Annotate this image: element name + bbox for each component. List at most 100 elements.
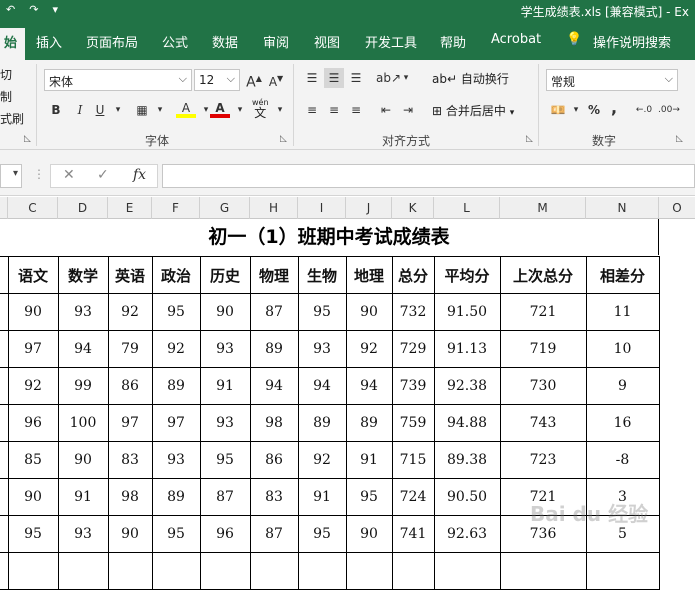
table-cell[interactable] — [151, 552, 201, 590]
table-cell[interactable]: 89 — [249, 330, 299, 368]
table-cell[interactable]: 95 — [297, 293, 347, 331]
undo-icon[interactable]: ↶ — [6, 3, 15, 16]
font-launcher-icon[interactable]: ◺ — [280, 134, 287, 144]
accounting-dropdown-icon[interactable]: ▾ — [566, 100, 586, 120]
table-cell[interactable]: 94 — [249, 367, 299, 405]
table-cell-partial[interactable] — [0, 515, 9, 553]
table-cell[interactable]: 98 — [249, 404, 299, 442]
tab-data[interactable]: 数据 — [212, 32, 238, 51]
formula-input[interactable] — [162, 164, 695, 188]
table-cell[interactable]: 99 — [57, 367, 109, 405]
table-cell[interactable]: 94 — [345, 367, 393, 405]
table-cell[interactable]: 743 — [499, 404, 587, 442]
column-header[interactable]: L — [434, 197, 500, 219]
table-cell[interactable]: 87 — [249, 293, 299, 331]
table-cell[interactable]: 90.50 — [433, 478, 501, 516]
table-cell[interactable]: 98 — [107, 478, 153, 516]
table-cell[interactable]: 85 — [7, 441, 59, 479]
table-cell[interactable]: 94.88 — [433, 404, 501, 442]
table-cell[interactable]: 729 — [391, 330, 435, 368]
table-cell[interactable]: 92 — [107, 293, 153, 331]
tab-review[interactable]: 审阅 — [263, 32, 289, 51]
table-cell[interactable]: 724 — [391, 478, 435, 516]
column-title-cell[interactable]: 历史 — [199, 256, 251, 294]
decrease-decimal-icon[interactable]: .00→ — [658, 100, 680, 120]
column-header[interactable]: N — [586, 197, 659, 219]
phonetic-guide-button[interactable]: wén 文 — [252, 98, 269, 120]
table-cell[interactable]: 93 — [297, 330, 347, 368]
table-cell[interactable]: 95 — [151, 515, 201, 553]
table-cell[interactable]: 86 — [107, 367, 153, 405]
table-cell[interactable]: 95 — [345, 478, 393, 516]
insert-function-button[interactable]: fx — [133, 167, 146, 183]
table-cell-partial[interactable] — [0, 441, 9, 479]
column-title-cell[interactable]: 上次总分 — [499, 256, 587, 294]
column-title-cell[interactable]: 政治 — [151, 256, 201, 294]
column-header[interactable]: K — [392, 197, 434, 219]
copy-button[interactable]: 制 — [0, 88, 12, 105]
table-cell[interactable]: 93 — [199, 404, 251, 442]
table-cell[interactable]: 93 — [57, 515, 109, 553]
grow-font-button[interactable]: A▲ — [244, 69, 264, 91]
table-cell-partial[interactable] — [0, 367, 9, 405]
table-cell[interactable]: 91.13 — [433, 330, 501, 368]
table-cell[interactable]: 91.50 — [433, 293, 501, 331]
column-header[interactable]: H — [250, 197, 298, 219]
font-family-select[interactable]: 宋体 ⌵ — [44, 69, 192, 91]
table-cell[interactable] — [499, 552, 587, 590]
column-title-cell[interactable]: 总分 — [391, 256, 435, 294]
column-title-cell[interactable]: 数学 — [57, 256, 109, 294]
column-header[interactable]: I — [298, 197, 346, 219]
tab-developer[interactable]: 开发工具 — [365, 32, 417, 51]
table-cell[interactable]: 10 — [585, 330, 660, 368]
table-cell[interactable]: 91 — [199, 367, 251, 405]
orientation-icon[interactable]: ab↗ — [376, 68, 401, 88]
tab-formulas[interactable]: 公式 — [162, 32, 188, 51]
comma-style-button[interactable]: , — [604, 98, 624, 118]
table-cell[interactable]: 93 — [57, 293, 109, 331]
phonetic-dropdown-icon[interactable]: ▾ — [270, 100, 290, 120]
percent-style-button[interactable]: % — [584, 100, 604, 120]
table-cell[interactable]: 732 — [391, 293, 435, 331]
underline-button[interactable]: U — [90, 100, 110, 120]
table-cell[interactable]: 89 — [297, 404, 347, 442]
table-cell[interactable]: 91 — [57, 478, 109, 516]
table-cell-partial[interactable] — [0, 256, 9, 294]
italic-button[interactable]: I — [70, 100, 90, 120]
table-cell[interactable]: 90 — [7, 293, 59, 331]
increase-decimal-icon[interactable]: ←.0 — [634, 100, 654, 120]
table-cell[interactable]: 92.38 — [433, 367, 501, 405]
align-top-icon[interactable]: ☰ — [302, 68, 322, 88]
shrink-font-button[interactable]: A▼ — [266, 69, 286, 89]
table-cell[interactable]: 90 — [345, 293, 393, 331]
lightbulb-icon[interactable]: 💡 — [566, 32, 582, 47]
clipboard-launcher-icon[interactable]: ◺ — [24, 134, 31, 144]
align-right-icon[interactable]: ≡ — [346, 100, 366, 120]
table-cell[interactable] — [57, 552, 109, 590]
table-cell[interactable]: 91 — [297, 478, 347, 516]
cancel-icon[interactable]: ✕ — [63, 167, 75, 183]
table-cell-partial[interactable] — [0, 293, 9, 331]
tab-page-layout[interactable]: 页面布局 — [86, 32, 138, 51]
table-cell[interactable]: 95 — [7, 515, 59, 553]
column-title-cell[interactable]: 相差分 — [585, 256, 660, 294]
table-cell[interactable]: 93 — [199, 330, 251, 368]
table-cell-partial[interactable] — [0, 404, 9, 442]
table-cell[interactable]: 97 — [7, 330, 59, 368]
table-cell[interactable]: 90 — [7, 478, 59, 516]
alignment-launcher-icon[interactable]: ◺ — [526, 134, 533, 144]
table-cell[interactable]: 94 — [297, 367, 347, 405]
table-cell[interactable]: 92 — [151, 330, 201, 368]
table-cell[interactable]: 89 — [151, 367, 201, 405]
table-cell[interactable]: 92 — [297, 441, 347, 479]
table-cell[interactable]: 715 — [391, 441, 435, 479]
tab-insert[interactable]: 插入 — [36, 32, 62, 51]
column-header[interactable]: O — [659, 197, 695, 219]
table-cell[interactable] — [7, 552, 59, 590]
align-left-icon[interactable]: ≡ — [302, 100, 322, 120]
borders-dropdown-icon[interactable]: ▾ — [150, 100, 170, 120]
table-cell[interactable]: 93 — [151, 441, 201, 479]
table-cell[interactable]: 87 — [249, 515, 299, 553]
align-bottom-icon[interactable]: ☰ — [346, 68, 366, 88]
column-header-partial[interactable] — [0, 197, 8, 219]
